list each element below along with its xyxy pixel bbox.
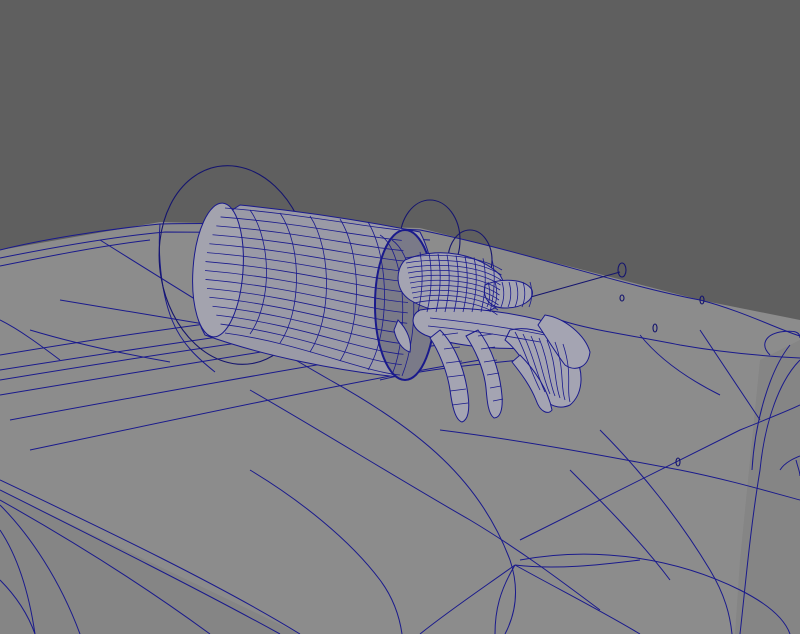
- scene-canvas[interactable]: [0, 0, 800, 634]
- maya-viewport[interactable]: [0, 0, 800, 634]
